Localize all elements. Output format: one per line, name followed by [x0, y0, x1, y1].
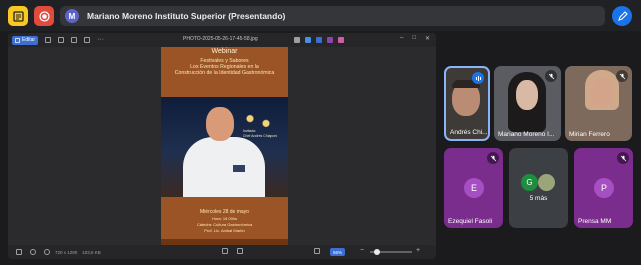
mic-off-icon	[487, 152, 499, 164]
paint-icon[interactable]	[305, 37, 311, 43]
clipchamp-icon[interactable]	[327, 37, 333, 43]
viewer-edit-button[interactable]: Editar	[12, 35, 39, 45]
edit-button[interactable]	[612, 6, 632, 26]
viewer-app-icons	[294, 37, 344, 43]
chef-jacket	[183, 137, 265, 197]
share-icon[interactable]	[84, 37, 91, 43]
participant-face	[591, 78, 613, 106]
participant-tile[interactable]: P Prensa MM	[574, 148, 633, 228]
participant-photo-avatar	[538, 174, 555, 191]
close-icon[interactable]: ✕	[425, 35, 430, 42]
participant-name: Mariano Moreno I...	[498, 131, 555, 138]
poster-guest: Invitado: Chef Andrés Chiaponi	[243, 129, 287, 138]
viewer-footer: 720 x 1280 103,6 KB 56% − +	[8, 245, 436, 259]
poster-prof: Prof. Lic. Aníbal Martín	[204, 228, 245, 233]
participant-tile[interactable]: Mariano Moreno I...	[494, 66, 561, 141]
zoom-slider[interactable]	[370, 249, 412, 255]
participant-name: Andrés Chi...	[450, 129, 488, 136]
chef-face	[206, 107, 234, 141]
poster-guest-name: Chef Andrés Chiaponi	[243, 133, 278, 138]
participant-tile[interactable]: E Ezequiel Fasoli	[444, 148, 503, 228]
poster-date: Miércoles 28 de mayo	[200, 209, 249, 215]
pencil-icon	[617, 10, 628, 21]
presenter-avatar: M	[65, 9, 79, 23]
more-participants-label: 5 más	[529, 195, 548, 202]
meeting-title: Mariano Moreno Instituto Superior (Prese…	[87, 11, 286, 21]
record-icon	[38, 10, 50, 22]
zoom-slider-knob[interactable]	[374, 249, 380, 255]
mic-off-icon	[616, 70, 628, 82]
image-filesize: 103,6 KB	[82, 249, 101, 255]
record-button[interactable]	[34, 6, 54, 26]
delete-icon[interactable]	[58, 37, 65, 43]
meeting-top-bar: M Mariano Moreno Instituto Superior (Pre…	[0, 0, 641, 31]
edit-icon	[15, 37, 20, 43]
webinar-poster: Webinar Festivales y Sabores Los Eventos…	[161, 47, 288, 245]
participant-tile[interactable]: Andrés Chi...	[444, 66, 490, 141]
photos-icon[interactable]	[316, 37, 322, 43]
meeting-title-bar: M Mariano Moreno Instituto Superior (Pre…	[60, 6, 605, 26]
zoom-in-icon[interactable]: +	[416, 247, 420, 254]
mic-off-icon	[545, 70, 557, 82]
window-controls: – □ ✕	[400, 35, 430, 42]
designer-icon[interactable]	[338, 37, 344, 43]
viewer-edit-label: Editar	[22, 37, 36, 43]
participant-face	[516, 80, 538, 110]
actual-size-icon[interactable]	[314, 248, 320, 254]
participant-avatar: E	[464, 178, 484, 198]
more-participants-tile[interactable]: G 5 más	[509, 148, 568, 228]
print-icon[interactable]	[71, 37, 78, 43]
sticky-note-icon	[12, 10, 24, 22]
participant-avatar: G	[521, 174, 538, 191]
rotate-icon[interactable]	[45, 37, 52, 43]
image-dimensions: 720 x 1280	[55, 249, 78, 255]
participant-tile[interactable]: Mirian Ferrero	[565, 66, 632, 141]
filmstrip-icon[interactable]	[16, 249, 22, 255]
minimize-icon[interactable]: –	[400, 35, 403, 42]
participant-name: Mirian Ferrero	[569, 131, 610, 138]
sticky-note-button[interactable]	[8, 6, 28, 26]
zoom-out-icon[interactable]: −	[360, 247, 364, 254]
participant-name: Prensa MM	[578, 218, 612, 225]
viewer-file-name: PHOTO-2025-05-26-17-45-58.jpg	[183, 36, 258, 42]
fullscreen-icon[interactable]	[237, 248, 243, 254]
poster-webinar: Webinar	[211, 48, 238, 55]
apps-icon[interactable]	[294, 37, 300, 43]
zoom-level[interactable]: 56%	[330, 248, 346, 256]
favorite-icon[interactable]	[30, 249, 36, 255]
jacket-logo	[233, 165, 245, 172]
participant-avatar: P	[594, 178, 614, 198]
speaking-icon	[472, 72, 484, 84]
mic-off-icon	[617, 152, 629, 164]
participant-name: Ezequiel Fasoli	[448, 218, 493, 225]
chef-photo	[161, 97, 288, 197]
info-icon[interactable]	[44, 249, 50, 255]
maximize-icon[interactable]: □	[412, 35, 416, 42]
poster-line-3: Construcción de la Identidad Gastronómic…	[174, 70, 275, 76]
viewer-toolbar: Editar ··· PHOTO-2025-05-26-17-45-58.jpg…	[8, 33, 436, 47]
shared-screen: Editar ··· PHOTO-2025-05-26-17-45-58.jpg…	[8, 33, 436, 259]
fit-icon[interactable]	[222, 248, 228, 254]
more-icon[interactable]: ···	[97, 36, 104, 43]
